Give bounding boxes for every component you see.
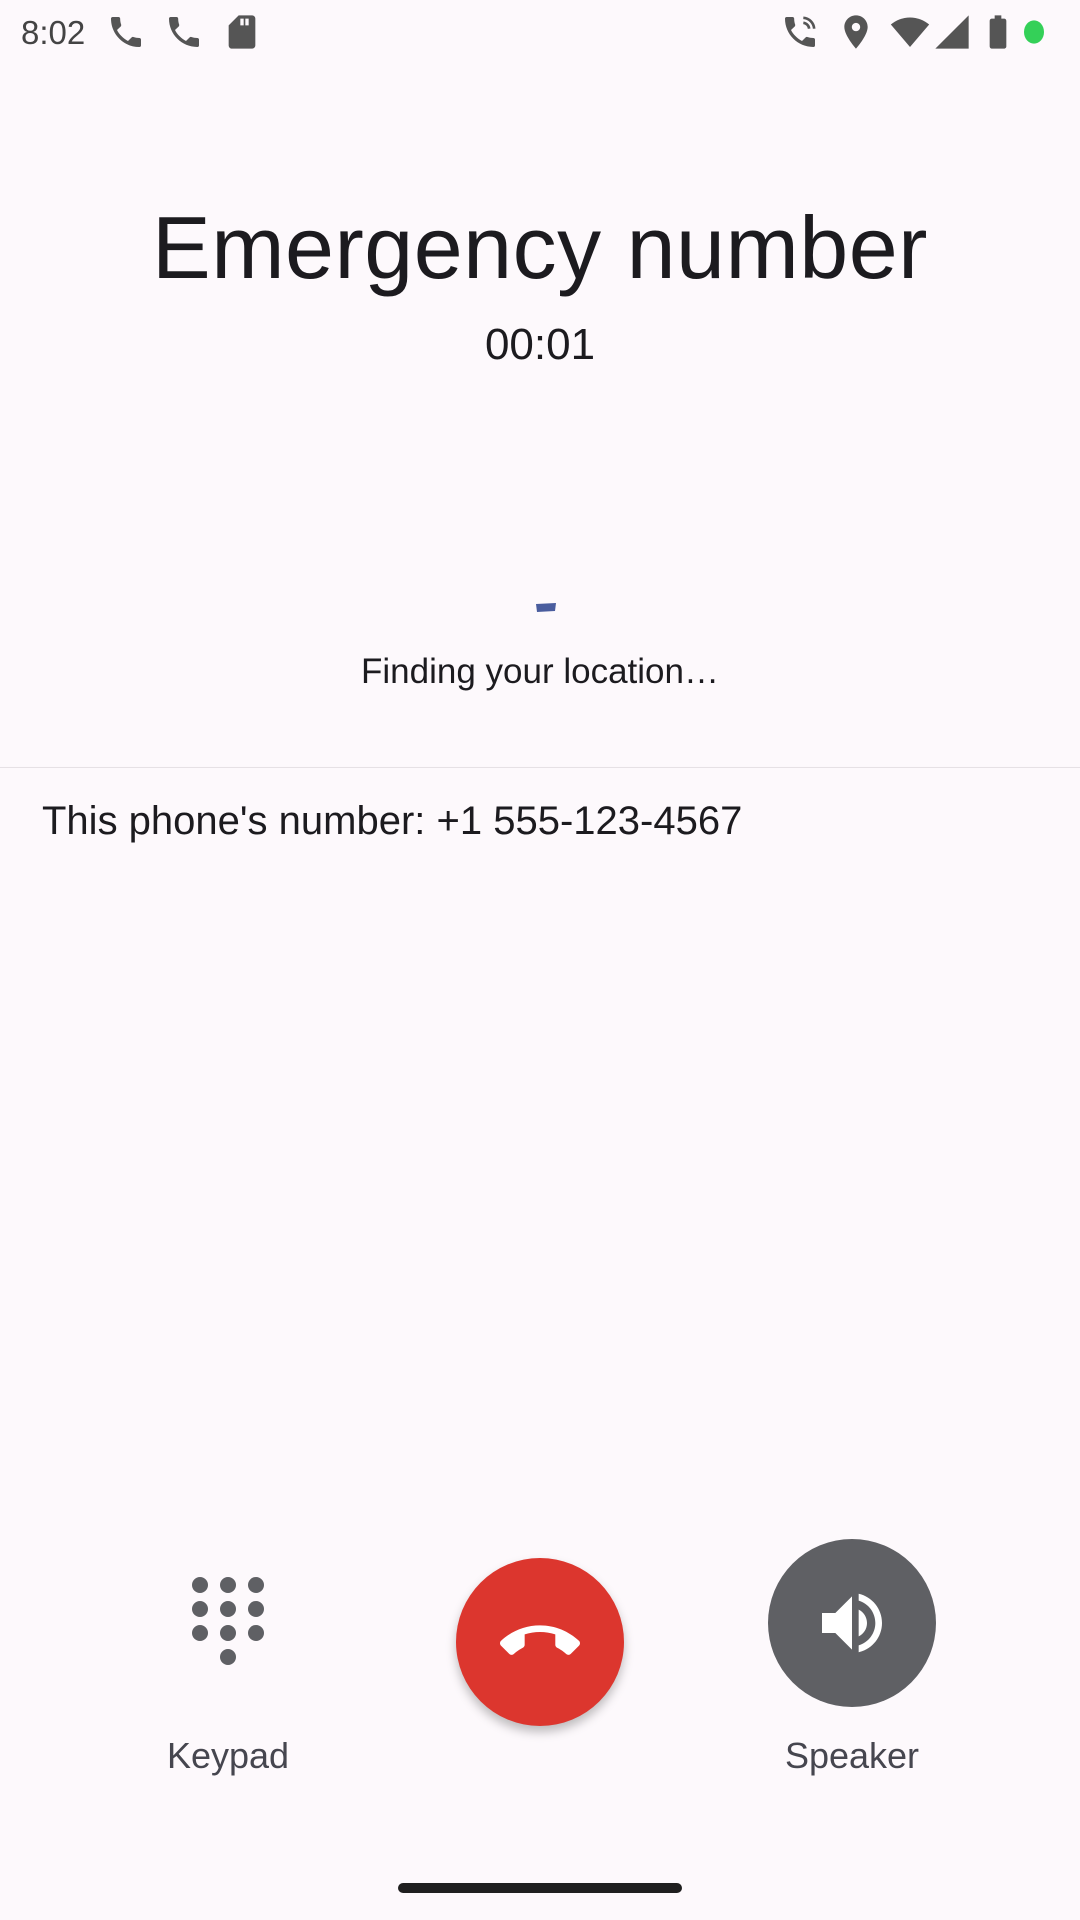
- location-icon: [836, 12, 876, 52]
- phone-icon: [106, 12, 146, 52]
- keypad-button[interactable]: [144, 1537, 312, 1705]
- location-status: Finding your location…: [361, 652, 719, 691]
- keypad-label: Keypad: [166, 1735, 290, 1776]
- status-time: 8:02: [21, 14, 86, 51]
- dialpad-icon: [192, 1577, 264, 1665]
- call-timer: 00:01: [484, 320, 596, 369]
- phone-number-card: This phone's number: +1 555-123-4567: [0, 767, 1080, 874]
- status-bar: 8:02: [0, 0, 1080, 64]
- speaker-icon: [822, 1593, 882, 1653]
- speaker-label: Speaker: [784, 1735, 920, 1776]
- phone-icon: [164, 12, 204, 52]
- wifi-calling-icon: [780, 12, 820, 52]
- end-call-button[interactable]: [456, 1558, 624, 1726]
- sim-card-icon: [222, 12, 262, 52]
- wifi-icon: [890, 12, 930, 52]
- phone-number-text: This phone's number: +1 555-123-4567: [42, 799, 743, 843]
- speaker-button[interactable]: [768, 1539, 936, 1707]
- call-title: Emergency number: [152, 198, 928, 297]
- gesture-nav-handle[interactable]: [398, 1883, 682, 1893]
- progress-spinner-icon: [536, 600, 556, 612]
- cell-signal-icon: [932, 12, 972, 52]
- battery-icon: [978, 12, 1018, 52]
- active-dot-icon: [1014, 12, 1054, 52]
- call-end-icon: [500, 1625, 580, 1655]
